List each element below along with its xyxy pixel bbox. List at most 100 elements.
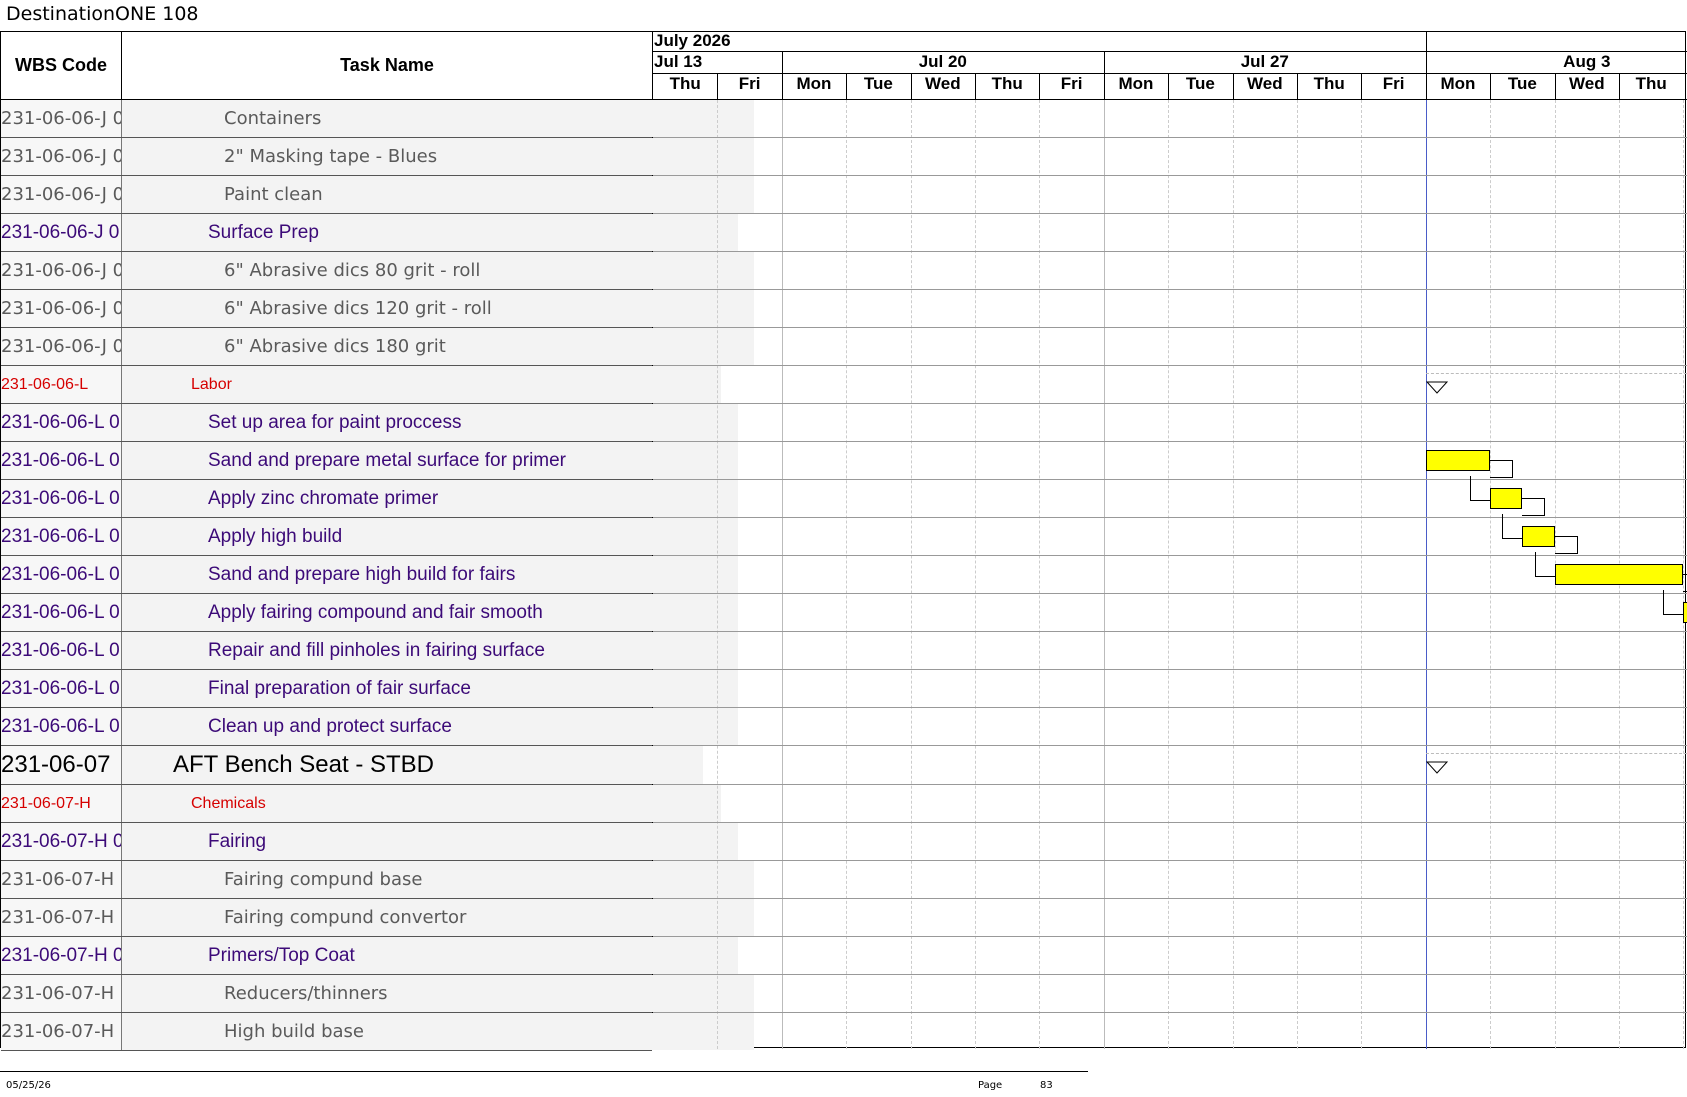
wbs-column-header[interactable]: WBS Code [1,32,122,100]
gridline [781,100,783,1049]
day-separator [1490,74,1492,100]
row-gridline [653,175,1687,176]
row-gridline [653,441,1687,442]
row-gridline [653,822,1687,823]
month-label: July 2026 [654,32,731,50]
row-gridline [653,289,1687,290]
table-row[interactable]: 231-06-06-J 026" Abrasive dics 80 grit -… [1,252,754,290]
row-gridline [653,555,1687,556]
wbs-code-cell: 231-06-06-J 02 [1,328,122,365]
row-gridline [653,213,1687,214]
wbs-code-cell: 231-06-06-L 0 [1,670,122,707]
day-label: Thu [1635,74,1667,93]
table-row[interactable]: 231-06-06-J 026" Abrasive dics 180 grit [1,328,754,366]
week-label: Jul 27 [1240,52,1289,71]
table-row[interactable]: 231-06-06-J 0 Surface Prep [1,214,738,252]
row-gridline [653,1012,1687,1013]
day-label: Wed [1569,74,1605,93]
task-name-cell: Surface Prep [122,214,738,251]
row-gridline [653,860,1687,861]
footer-divider [0,1071,1088,1072]
week-label: Aug 3 [1563,52,1611,71]
row-gridline [653,403,1687,404]
document-title: DestinationONE 108 [6,3,199,25]
table-row[interactable]: 231-06-06-J 01Containers [1,100,754,138]
gridline [1361,100,1363,1049]
task-bar[interactable] [1490,488,1523,509]
wbs-code-cell: 231-06-06-L 0 [1,632,122,669]
task-bar[interactable] [1522,526,1555,547]
gridline [1039,100,1041,1049]
table-row[interactable]: 231-06-07-H 0 Fairing [1,823,738,861]
day-separator [910,74,912,100]
task-name-cell: Chemicals [122,785,721,822]
footer-page-number: 83 [1040,1080,1053,1091]
table-row[interactable]: 231-06-06-L 0 Apply fairing compound and … [1,594,738,632]
day-separator [975,74,976,100]
table-row[interactable]: 231-06-06-J 01Paint clean [1,176,754,214]
table-row[interactable]: 231-06-06-J 026" Abrasive dics 120 grit … [1,290,754,328]
day-separator [1168,74,1170,100]
row-gridline [653,479,1687,480]
table-row[interactable]: 231-06-06-L Labor [1,366,721,404]
table-row[interactable]: 231-06-06-L 0 Final preparation of fair s… [1,670,738,708]
table-row[interactable]: 231-06-06-L 0 Sand and prepare high build… [1,556,738,594]
wbs-code-cell: 231-06-07-H 01 [1,861,122,898]
day-label: Mon [1440,74,1476,93]
wbs-code-cell: 231-06-06-L 0 [1,518,122,555]
wbs-code-cell: 231-06-06-J 02 [1,252,122,289]
row-gridline [653,517,1687,518]
day-label: Fri [738,74,761,93]
dependency-connector [1522,498,1546,516]
day-label: Thu [991,74,1023,93]
table-row[interactable]: 231-06-07-H 0 Primers/Top Coat [1,937,738,975]
dependency-connector [1663,590,1685,615]
day-label: Wed [925,74,961,93]
row-gridline [653,365,1687,366]
table-row[interactable]: 231-06-07-H Chemicals [1,785,721,823]
gridline [1168,100,1170,1049]
task-bar[interactable] [1554,564,1684,585]
day-label: Tue [863,74,893,93]
task-bar[interactable] [1425,450,1491,471]
task-bar[interactable] [1683,602,1687,623]
table-row[interactable]: 231-06-06-L 0 Sand and prepare metal surf… [1,442,738,480]
today-line [1425,100,1427,1049]
table-row[interactable]: 231-06-07-H 01Fairing compund convertor [1,899,754,937]
table-row[interactable]: 231-06-07-H 01Fairing compund base [1,861,754,899]
task-name-cell: Apply high build [122,518,738,555]
table-row[interactable]: 231-06-06-L 0 Apply high build [1,518,738,556]
row-gridline [653,974,1687,975]
task-name-cell: Repair and fill pinholes in fairing surf… [122,632,738,669]
wbs-code-cell: 231-06-06-L 0 [1,708,122,745]
gridline [1297,100,1298,1049]
table-row[interactable]: 231-06-06-L 0 Apply zinc chromate primer [1,480,738,518]
wbs-code-cell: 231-06-06-J 01 [1,176,122,213]
wbs-code-cell: 231-06-06-L 0 [1,404,122,441]
day-separator [1297,74,1298,100]
table-row[interactable]: 231-06-07 AFT Bench Seat - STBD [1,746,703,785]
summary-bar [1425,373,1687,374]
table-row[interactable]: 231-06-07-H 02High build base [1,1013,754,1051]
wbs-code-cell: 231-06-07 [1,746,122,784]
table-row[interactable]: 231-06-06-L 0 Repair and fill pinholes in… [1,632,738,670]
day-separator [1103,74,1105,100]
table-row[interactable]: 231-06-06-L 0 Clean up and protect surfac… [1,708,738,746]
wbs-code-cell: 231-06-06-J 01 [1,138,122,175]
wbs-code-cell: 231-06-06-L 0 [1,594,122,631]
wbs-code-cell: 231-06-06-L 0 [1,556,122,593]
day-separator [1554,74,1556,100]
table-row[interactable]: 231-06-07-H 02Reducers/thinners [1,975,754,1013]
task-column-header[interactable]: Task Name [122,32,652,100]
day-label: Thu [669,74,701,93]
week-label: Jul 20 [918,52,967,71]
gantt-chart: July 2026 Jul 13 Jul 20 Jul 27 Aug 3 Thu Fri Mo… [653,32,1687,1049]
summary-start-marker-icon [1425,761,1448,774]
table-row[interactable]: 231-06-06-L 0 Set up area for paint procc… [1,404,738,442]
wbs-code-cell: 231-06-06-J 02 [1,290,122,327]
summary-start-marker-icon [1425,381,1448,394]
day-separator [846,74,848,100]
row-gridline [653,745,1687,746]
task-name-cell: Final preparation of fair surface [122,670,738,707]
table-row[interactable]: 231-06-06-J 012" Masking tape - Blues [1,138,754,176]
